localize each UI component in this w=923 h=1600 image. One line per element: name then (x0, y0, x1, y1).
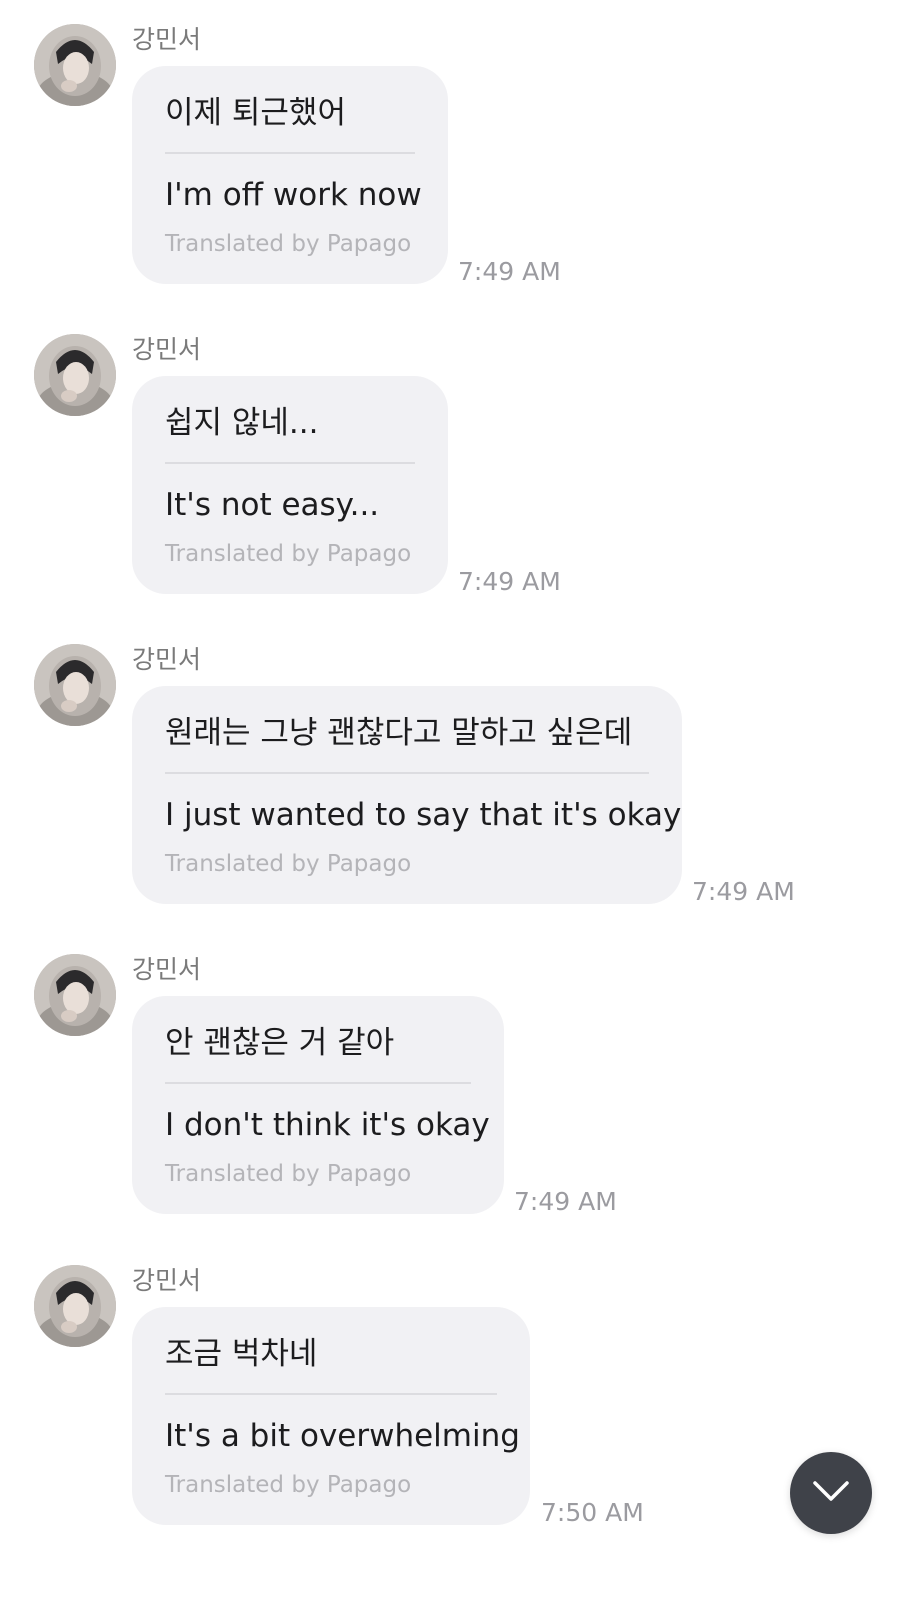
avatar[interactable] (34, 24, 116, 106)
avatar[interactable] (34, 954, 116, 1036)
avatar[interactable] (34, 334, 116, 416)
timestamp: 7:49 AM (458, 257, 561, 286)
translation-credit: Translated by Papago (165, 231, 412, 257)
timestamp: 7:50 AM (541, 1498, 644, 1527)
sender-name: 강민서 (132, 335, 202, 364)
translation-credit: Translated by Papago (165, 1472, 412, 1498)
avatar[interactable] (34, 1265, 116, 1347)
translated-text: I just wanted to say that it's okay (165, 797, 682, 833)
sender-name: 강민서 (132, 645, 202, 674)
translated-text: It's a bit overwhelming (165, 1418, 520, 1454)
original-text: 안 괜찮은 거 같아 (165, 1025, 395, 1061)
original-text: 쉽지 않네... (165, 405, 319, 441)
divider (165, 1393, 497, 1395)
translation-credit: Translated by Papago (165, 851, 412, 877)
message-bubble[interactable]: 이제 퇴근했어 I'm off work now Translated by P… (132, 66, 448, 284)
divider (165, 152, 415, 154)
sender-name: 강민서 (132, 955, 202, 984)
chevron-down-icon (811, 1479, 851, 1507)
sender-name: 강민서 (132, 1266, 202, 1295)
translation-credit: Translated by Papago (165, 541, 412, 567)
divider (165, 772, 649, 774)
original-text: 이제 퇴근했어 (165, 95, 346, 131)
translation-credit: Translated by Papago (165, 1161, 412, 1187)
original-text: 조금 벅차네 (165, 1336, 318, 1372)
chat-thread: 강민서 이제 퇴근했어 I'm off work now Translated … (0, 0, 923, 1600)
divider (165, 1082, 471, 1084)
message-bubble[interactable]: 안 괜찮은 거 같아 I don't think it's okay Trans… (132, 996, 504, 1214)
translated-text: I don't think it's okay (165, 1107, 490, 1143)
sender-name: 강민서 (132, 25, 202, 54)
translated-text: It's not easy... (165, 487, 380, 523)
divider (165, 462, 415, 464)
original-text: 원래는 그냥 괜찮다고 말하고 싶은데 (165, 715, 633, 751)
translated-text: I'm off work now (165, 177, 422, 213)
message-bubble[interactable]: 원래는 그냥 괜찮다고 말하고 싶은데 I just wanted to say… (132, 686, 682, 904)
message-bubble[interactable]: 조금 벅차네 It's a bit overwhelming Translate… (132, 1307, 530, 1525)
message-bubble[interactable]: 쉽지 않네... It's not easy... Translated by … (132, 376, 448, 594)
avatar[interactable] (34, 644, 116, 726)
timestamp: 7:49 AM (692, 877, 795, 906)
scroll-to-bottom-button[interactable] (790, 1452, 872, 1534)
timestamp: 7:49 AM (458, 567, 561, 596)
timestamp: 7:49 AM (514, 1187, 617, 1216)
